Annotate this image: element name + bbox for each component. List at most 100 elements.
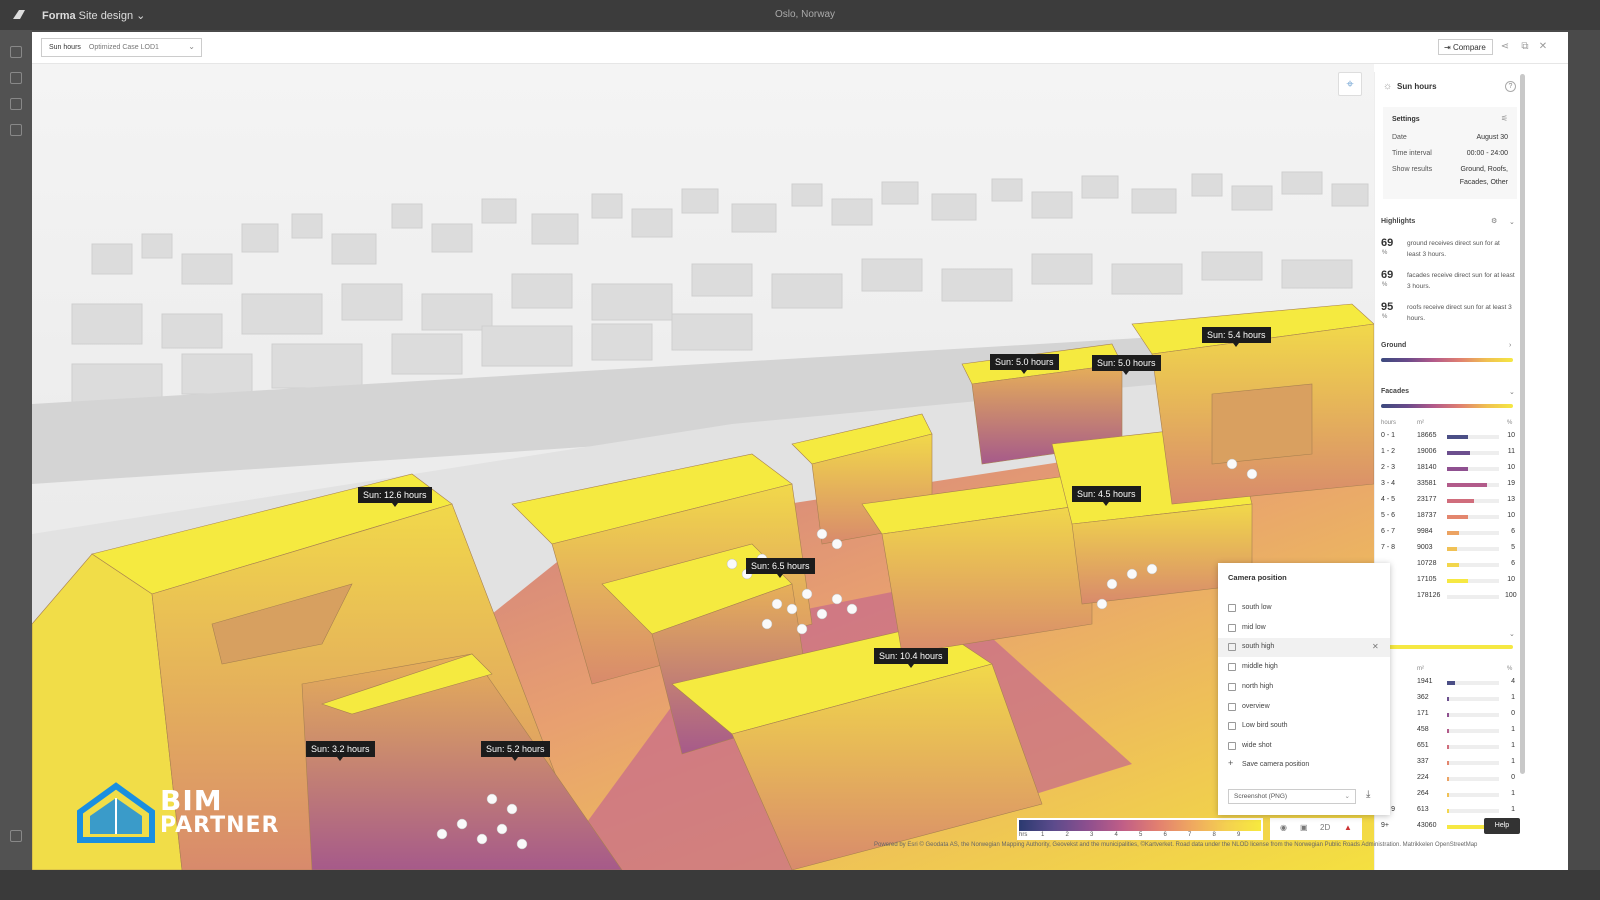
- panel-title: Sun hours: [1397, 82, 1437, 91]
- 3d-viewport[interactable]: Sun: 12.6 hours Sun: 5.0 hours Sun: 5.0 …: [32, 64, 1374, 870]
- compass-icon[interactable]: ⌖: [1338, 72, 1362, 96]
- table-row: 63371: [1381, 758, 1515, 770]
- show-results-value[interactable]: Facades, Other: [1460, 176, 1508, 189]
- 2d-toggle[interactable]: 2D: [1320, 823, 1330, 832]
- chevron-down-icon[interactable]: ⌄: [1509, 388, 1515, 396]
- map-attribution: Powered by Esri © Geodata AS, the Norweg…: [874, 842, 1478, 848]
- row-area: 43060: [1417, 822, 1437, 829]
- camera-item[interactable]: middle high: [1218, 658, 1390, 677]
- compare-button[interactable]: ⇥ Compare: [1438, 39, 1493, 55]
- chevron-right-icon[interactable]: ›: [1509, 342, 1511, 349]
- row-bar-fill: [1447, 745, 1450, 749]
- table-row: al178126100: [1381, 592, 1517, 604]
- close-icon[interactable]: ✕: [1536, 40, 1550, 54]
- row-percent: 13: [1507, 496, 1515, 503]
- legend-tick: 8: [1212, 832, 1216, 838]
- row-bar-fill: [1447, 681, 1456, 685]
- camera-view-icon: [1228, 722, 1236, 731]
- row-bar-fill: [1447, 499, 1475, 503]
- settings-card: Settings ⚟ Date August 30 Time interval …: [1383, 107, 1517, 199]
- row-percent: 0: [1511, 710, 1515, 717]
- row-percent: 1: [1511, 742, 1515, 749]
- chevron-down-icon[interactable]: ⌄: [1509, 630, 1515, 638]
- camera-position-menu: Camera position south low mid low south hi…: [1218, 563, 1390, 815]
- menu-icon[interactable]: [10, 46, 22, 58]
- row-percent: 5: [1511, 544, 1515, 551]
- row-bar: [1447, 467, 1499, 471]
- color-legend: hrs 1 2 3 4 5 6 7 8 9: [1017, 818, 1263, 840]
- row-percent: 1: [1511, 726, 1515, 733]
- row-bar-fill: [1447, 793, 1450, 797]
- camera-view-icon: [1228, 623, 1236, 632]
- analysis-icon[interactable]: [10, 98, 22, 110]
- row-area: 33581: [1417, 480, 1437, 487]
- row-bar: [1447, 681, 1499, 685]
- row-range: 0 - 1: [1381, 432, 1396, 439]
- legend-tick: 3: [1090, 832, 1094, 838]
- date-value[interactable]: August 30: [1476, 131, 1508, 144]
- camera-item[interactable]: overview: [1218, 698, 1390, 717]
- help-button[interactable]: Help: [1484, 818, 1520, 834]
- table-row: 3 - 4 33581 19: [1381, 480, 1515, 492]
- share-icon[interactable]: ⋖: [1498, 40, 1512, 54]
- save-camera-button[interactable]: + Save camera position: [1218, 756, 1390, 775]
- camera-item[interactable]: mid low: [1218, 619, 1390, 638]
- interval-value[interactable]: 00:00 - 24:00: [1467, 147, 1508, 160]
- row-bar: [1447, 713, 1499, 717]
- row-bar: [1447, 531, 1499, 535]
- globe-icon[interactable]: [10, 124, 22, 136]
- ground-section[interactable]: Ground: [1381, 342, 1406, 349]
- camera-item[interactable]: wide shot: [1218, 737, 1390, 756]
- sliders-icon[interactable]: ⚟: [1501, 114, 1508, 123]
- row-percent: 1: [1511, 758, 1515, 765]
- table-row: 17105 10: [1381, 576, 1515, 588]
- row-area: 264: [1417, 790, 1429, 797]
- camera-item[interactable]: south high ✕: [1218, 638, 1390, 658]
- table-row: 4 - 5 23177 13: [1381, 496, 1515, 508]
- plus-icon: +: [1228, 758, 1234, 768]
- chevron-down-icon[interactable]: ⌄: [1509, 218, 1515, 226]
- row-percent: 1: [1511, 806, 1515, 813]
- row-area: 19006: [1417, 448, 1437, 455]
- legend-tick: 2: [1065, 832, 1069, 838]
- camera-item-label: south high: [1242, 643, 1275, 651]
- row-bar-fill: [1447, 547, 1458, 551]
- facades-section[interactable]: Facades: [1381, 388, 1409, 395]
- row-bar: [1447, 777, 1499, 781]
- camera-item[interactable]: south low: [1218, 599, 1390, 618]
- row-range: 4 - 5: [1381, 496, 1396, 503]
- north-arrow-icon[interactable]: ▲: [1344, 823, 1352, 832]
- row-percent: 100: [1505, 592, 1517, 599]
- row-range: 7 - 8: [1381, 544, 1396, 551]
- delete-icon[interactable]: ✕: [1372, 642, 1379, 651]
- panel-scrollbar[interactable]: [1520, 74, 1525, 774]
- eye-icon[interactable]: ◉: [1280, 823, 1287, 832]
- camera-item[interactable]: Low bird south: [1218, 717, 1390, 736]
- row-area: 613: [1417, 806, 1429, 813]
- screenshot-format-select[interactable]: Screenshot (PNG) ⌄: [1228, 789, 1356, 804]
- logo-line2: PARTNER: [160, 813, 280, 838]
- sun-label: Sun: 3.2 hours: [306, 741, 375, 761]
- app-title[interactable]: Forma Site design ⌄: [42, 9, 145, 22]
- forma-logo-icon[interactable]: [12, 8, 26, 20]
- table-row: 6 - 7 9984 6: [1381, 528, 1515, 540]
- row-range: 2 - 3: [1381, 464, 1396, 471]
- row-area: 23177: [1417, 496, 1437, 503]
- camera-icon[interactable]: ▣: [1300, 823, 1308, 832]
- row-area: 651: [1417, 742, 1429, 749]
- camera-item-label: south low: [1242, 604, 1272, 611]
- layers-icon[interactable]: [10, 72, 22, 84]
- show-results-value[interactable]: Ground, Roofs,: [1461, 163, 1508, 176]
- settings-icon[interactable]: [10, 830, 22, 842]
- row-bar: [1447, 451, 1499, 455]
- row-area: 10728: [1417, 560, 1437, 567]
- camera-item[interactable]: north high: [1218, 678, 1390, 697]
- analysis-selector[interactable]: Sun hours Optimized Case LOD1 ⌄: [41, 38, 202, 57]
- show-results-label: Show results: [1392, 166, 1433, 173]
- download-icon[interactable]: ⤓: [1366, 789, 1370, 800]
- popout-icon[interactable]: ⧉: [1518, 40, 1532, 54]
- chevron-down-icon: ⌄: [136, 10, 146, 22]
- camera-menu-title: Camera position: [1228, 573, 1287, 582]
- gear-icon[interactable]: ⚙: [1491, 217, 1497, 225]
- help-icon[interactable]: ?: [1505, 81, 1516, 92]
